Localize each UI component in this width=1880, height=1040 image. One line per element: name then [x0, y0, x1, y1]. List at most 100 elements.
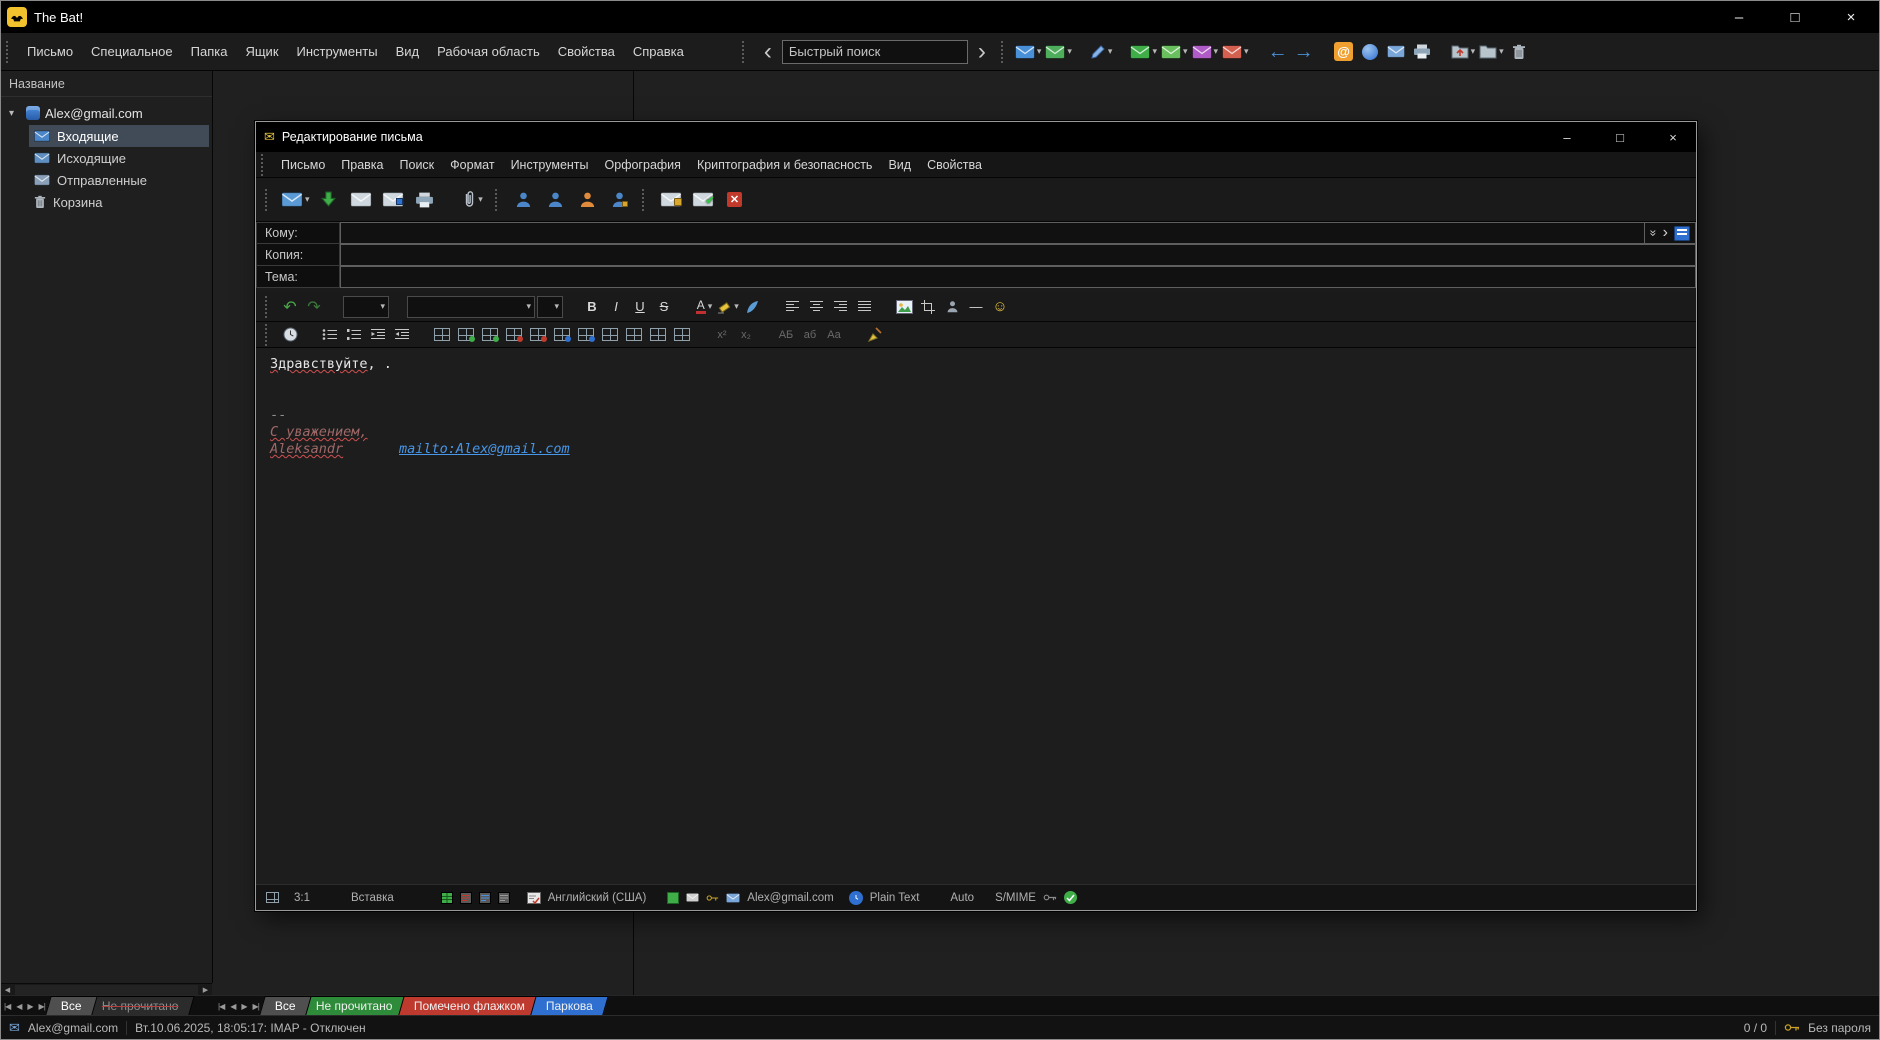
security-protocol[interactable]: S/MIME — [995, 892, 1036, 904]
security-key-icon[interactable] — [1043, 893, 1057, 902]
view-mode-icon[interactable] — [478, 891, 491, 904]
address-book-to-button[interactable] — [509, 182, 539, 218]
sign-button[interactable]: ✔ — [688, 182, 718, 218]
compose-menu-letter[interactable]: Письмо — [273, 155, 333, 175]
address-book-cc-button[interactable] — [541, 182, 571, 218]
search-prev-button[interactable]: ‹ — [754, 39, 782, 63]
nav-forward-button[interactable]: → — [1291, 37, 1317, 67]
align-center-button[interactable] — [805, 295, 827, 319]
folder-operations-button[interactable]: ▾ — [1477, 37, 1506, 67]
compose-minimize-button[interactable]: – — [1544, 122, 1590, 152]
font-color-button[interactable]: А ▾ — [693, 295, 715, 319]
close-editor-button[interactable]: ✕ — [720, 182, 750, 218]
edit-template-button[interactable]: ▾ — [1088, 37, 1115, 67]
timer-button[interactable] — [279, 323, 301, 347]
align-right-button[interactable] — [829, 295, 851, 319]
redo-button[interactable]: ↷ — [303, 295, 325, 319]
chevron-down-icon[interactable]: ▾ — [1152, 46, 1157, 57]
font-size-dropdown[interactable]: ▾ — [537, 295, 563, 318]
chevron-down-icon[interactable]: ▾ — [478, 194, 483, 205]
nav-back-button[interactable]: ← — [1265, 37, 1291, 67]
search-next-button[interactable]: › — [968, 39, 996, 63]
merge-cells-button[interactable] — [551, 323, 573, 347]
insert-row-button[interactable] — [455, 323, 477, 347]
spell-language[interactable]: Английский (США) — [548, 892, 647, 904]
new-message-button[interactable]: ▾ — [1013, 37, 1044, 67]
save-draft-button[interactable] — [346, 182, 376, 218]
scrollbar-track[interactable] — [15, 984, 198, 995]
redirect-button[interactable]: ▾ — [1220, 37, 1251, 67]
to-input[interactable] — [340, 222, 1645, 244]
folder-trash[interactable]: Корзина — [29, 191, 209, 213]
delete-button[interactable] — [1506, 37, 1532, 67]
schedule-icon[interactable] — [848, 890, 863, 905]
compose-menu-format[interactable]: Формат — [442, 155, 502, 175]
view-mode-icon[interactable] — [459, 891, 472, 904]
chevron-down-icon[interactable]: ▾ — [1183, 46, 1188, 57]
table-row-borders-button[interactable] — [623, 323, 645, 347]
chevron-down-icon[interactable]: ▾ — [1108, 46, 1113, 57]
folder-sent[interactable]: Отправленные — [29, 169, 209, 191]
statusbar-account[interactable]: Alex@gmail.com — [28, 1021, 118, 1035]
pen-button[interactable] — [741, 295, 763, 319]
subject-input[interactable] — [340, 266, 1696, 288]
underline-button[interactable]: U — [629, 295, 651, 319]
message-format[interactable]: Plain Text — [870, 892, 920, 904]
tabs-first-button[interactable]: |◀ — [215, 998, 227, 1015]
chevron-down-icon[interactable]: ▾ — [1067, 46, 1072, 57]
delete-column-button[interactable] — [527, 323, 549, 347]
account-row[interactable]: ▾ Alex@gmail.com — [1, 101, 212, 125]
close-button[interactable]: × — [1823, 1, 1879, 33]
smiley-button[interactable]: ☺ — [989, 295, 1011, 319]
delete-row-button[interactable] — [503, 323, 525, 347]
tab-all-folders[interactable]: Все — [45, 996, 98, 1015]
folder-outbox[interactable]: Исходящие — [29, 147, 209, 169]
print-button[interactable] — [1409, 37, 1435, 67]
address-book-icon[interactable] — [1674, 225, 1690, 241]
align-left-button[interactable] — [781, 295, 803, 319]
folder-pane-hscrollbar[interactable]: ◀ ▶ — [1, 983, 212, 995]
insert-contact-button[interactable] — [941, 295, 963, 319]
message-body-editor[interactable]: Здравствуйте, . -- С уважением, Aleksand… — [256, 348, 1696, 884]
encrypt-button[interactable] — [656, 182, 686, 218]
chevron-down-icon[interactable]: ▾ — [1471, 46, 1476, 57]
cc-input[interactable] — [340, 244, 1696, 266]
tabs-prev-button[interactable]: ◀ — [227, 998, 238, 1015]
minimize-button[interactable]: – — [1711, 1, 1767, 33]
quick-search-input[interactable] — [781, 39, 968, 64]
compose-menu-edit[interactable]: Правка — [333, 155, 391, 175]
attach-file-button[interactable]: ▾ — [458, 182, 488, 218]
print-button[interactable] — [410, 182, 440, 218]
insert-mode[interactable]: Вставка — [351, 892, 394, 904]
table-col-borders-button[interactable] — [647, 323, 669, 347]
chevron-down-icon[interactable]: ▾ — [1499, 46, 1504, 57]
menu-special[interactable]: Специальное — [82, 40, 182, 63]
menu-properties[interactable]: Свойства — [549, 40, 624, 63]
folder-inbox[interactable]: Входящие — [29, 125, 209, 147]
clear-formatting-button[interactable] — [863, 323, 885, 347]
check-mail-button[interactable]: ▾ — [1159, 37, 1190, 67]
tab-all-messages[interactable]: Все — [259, 996, 312, 1015]
compose-menu-properties[interactable]: Свойства — [919, 155, 990, 175]
tab-unread-folders[interactable]: Не прочитано — [86, 996, 195, 1015]
compose-menu-view[interactable]: Вид — [880, 155, 919, 175]
menu-workspace[interactable]: Рабочая область — [428, 40, 549, 63]
scroll-right-button[interactable]: ▶ — [199, 984, 212, 996]
tabs-first-button[interactable]: |◀ — [1, 998, 13, 1015]
tabs-prev-button[interactable]: ◀ — [13, 998, 24, 1015]
send-later-button[interactable] — [314, 182, 344, 218]
toolbar-grip[interactable] — [265, 323, 269, 346]
reply-button[interactable]: ▾ — [1043, 37, 1074, 67]
address-book-keys-button[interactable] — [605, 182, 635, 218]
menu-folder[interactable]: Папка — [182, 40, 237, 63]
toolbar-grip[interactable] — [6, 40, 10, 63]
horizontal-rule-button[interactable]: — — [965, 295, 987, 319]
insert-column-button[interactable] — [479, 323, 501, 347]
address-book-button[interactable]: @ — [1331, 37, 1357, 67]
toolbar-grip[interactable] — [641, 188, 646, 211]
password-status[interactable]: Без пароля — [1808, 1021, 1871, 1035]
expander-icon[interactable]: ▾ — [9, 108, 21, 119]
compose-menu-spelling[interactable]: Орфография — [597, 155, 689, 175]
compose-menu-crypto[interactable]: Криптография и безопасность — [689, 155, 881, 175]
compose-menu-search[interactable]: Поиск — [392, 155, 443, 175]
